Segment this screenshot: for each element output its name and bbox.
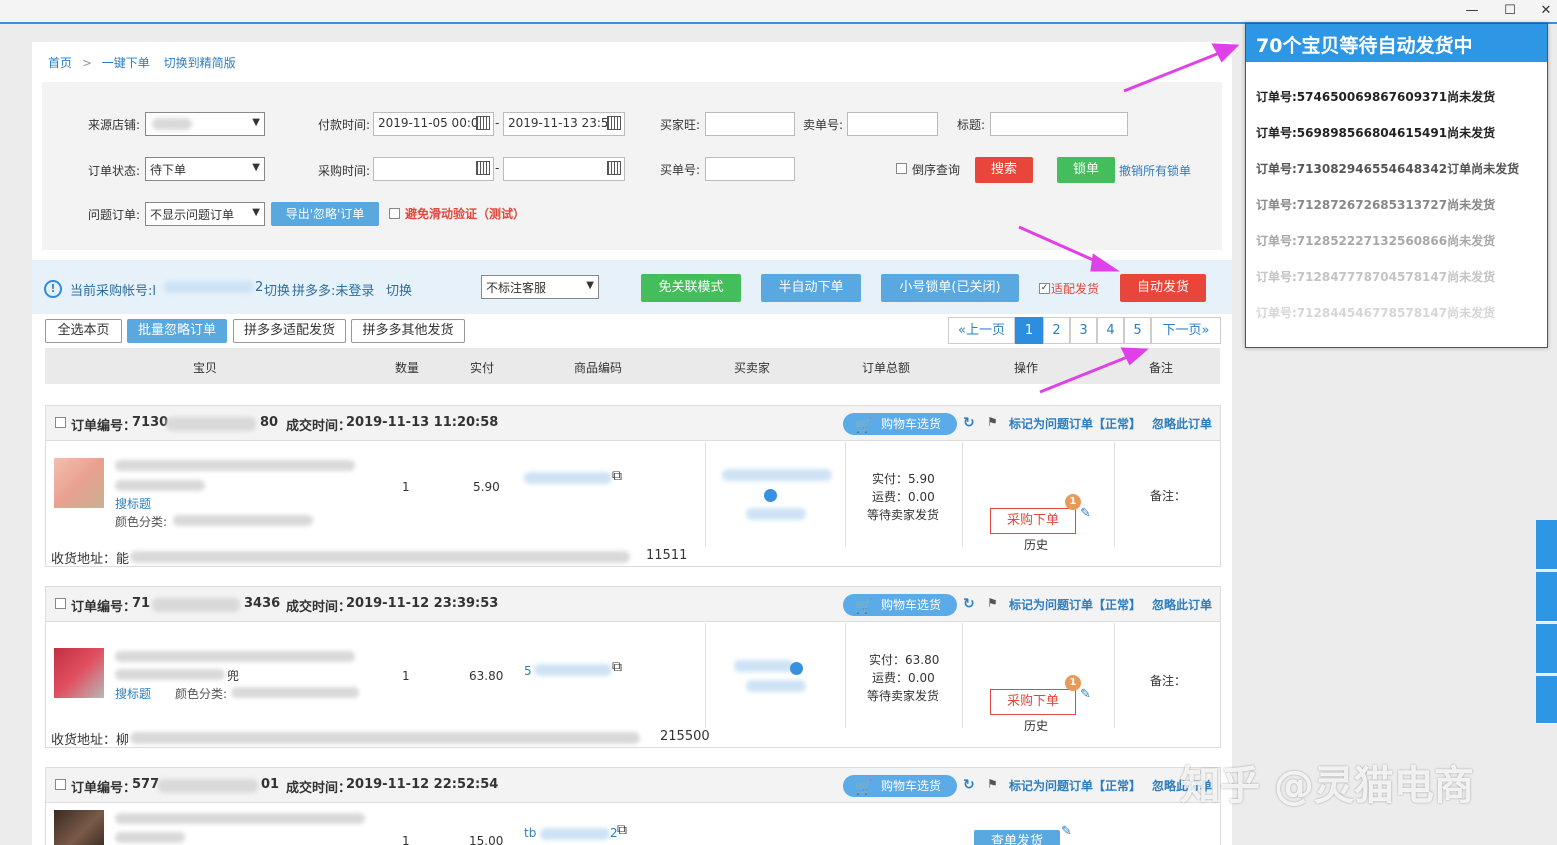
arrow-head [1120, 347, 1149, 366]
watermark: 知乎 @灵猫电商 [1180, 763, 1474, 809]
arrow-to-pagination [1039, 354, 1131, 394]
arrow-to-popup [1123, 50, 1223, 93]
arrow-head [1211, 43, 1240, 63]
annotation-arrows [1018, 43, 1240, 394]
arrow-to-auto-ship [1018, 225, 1101, 265]
arrow-head [1090, 253, 1120, 272]
